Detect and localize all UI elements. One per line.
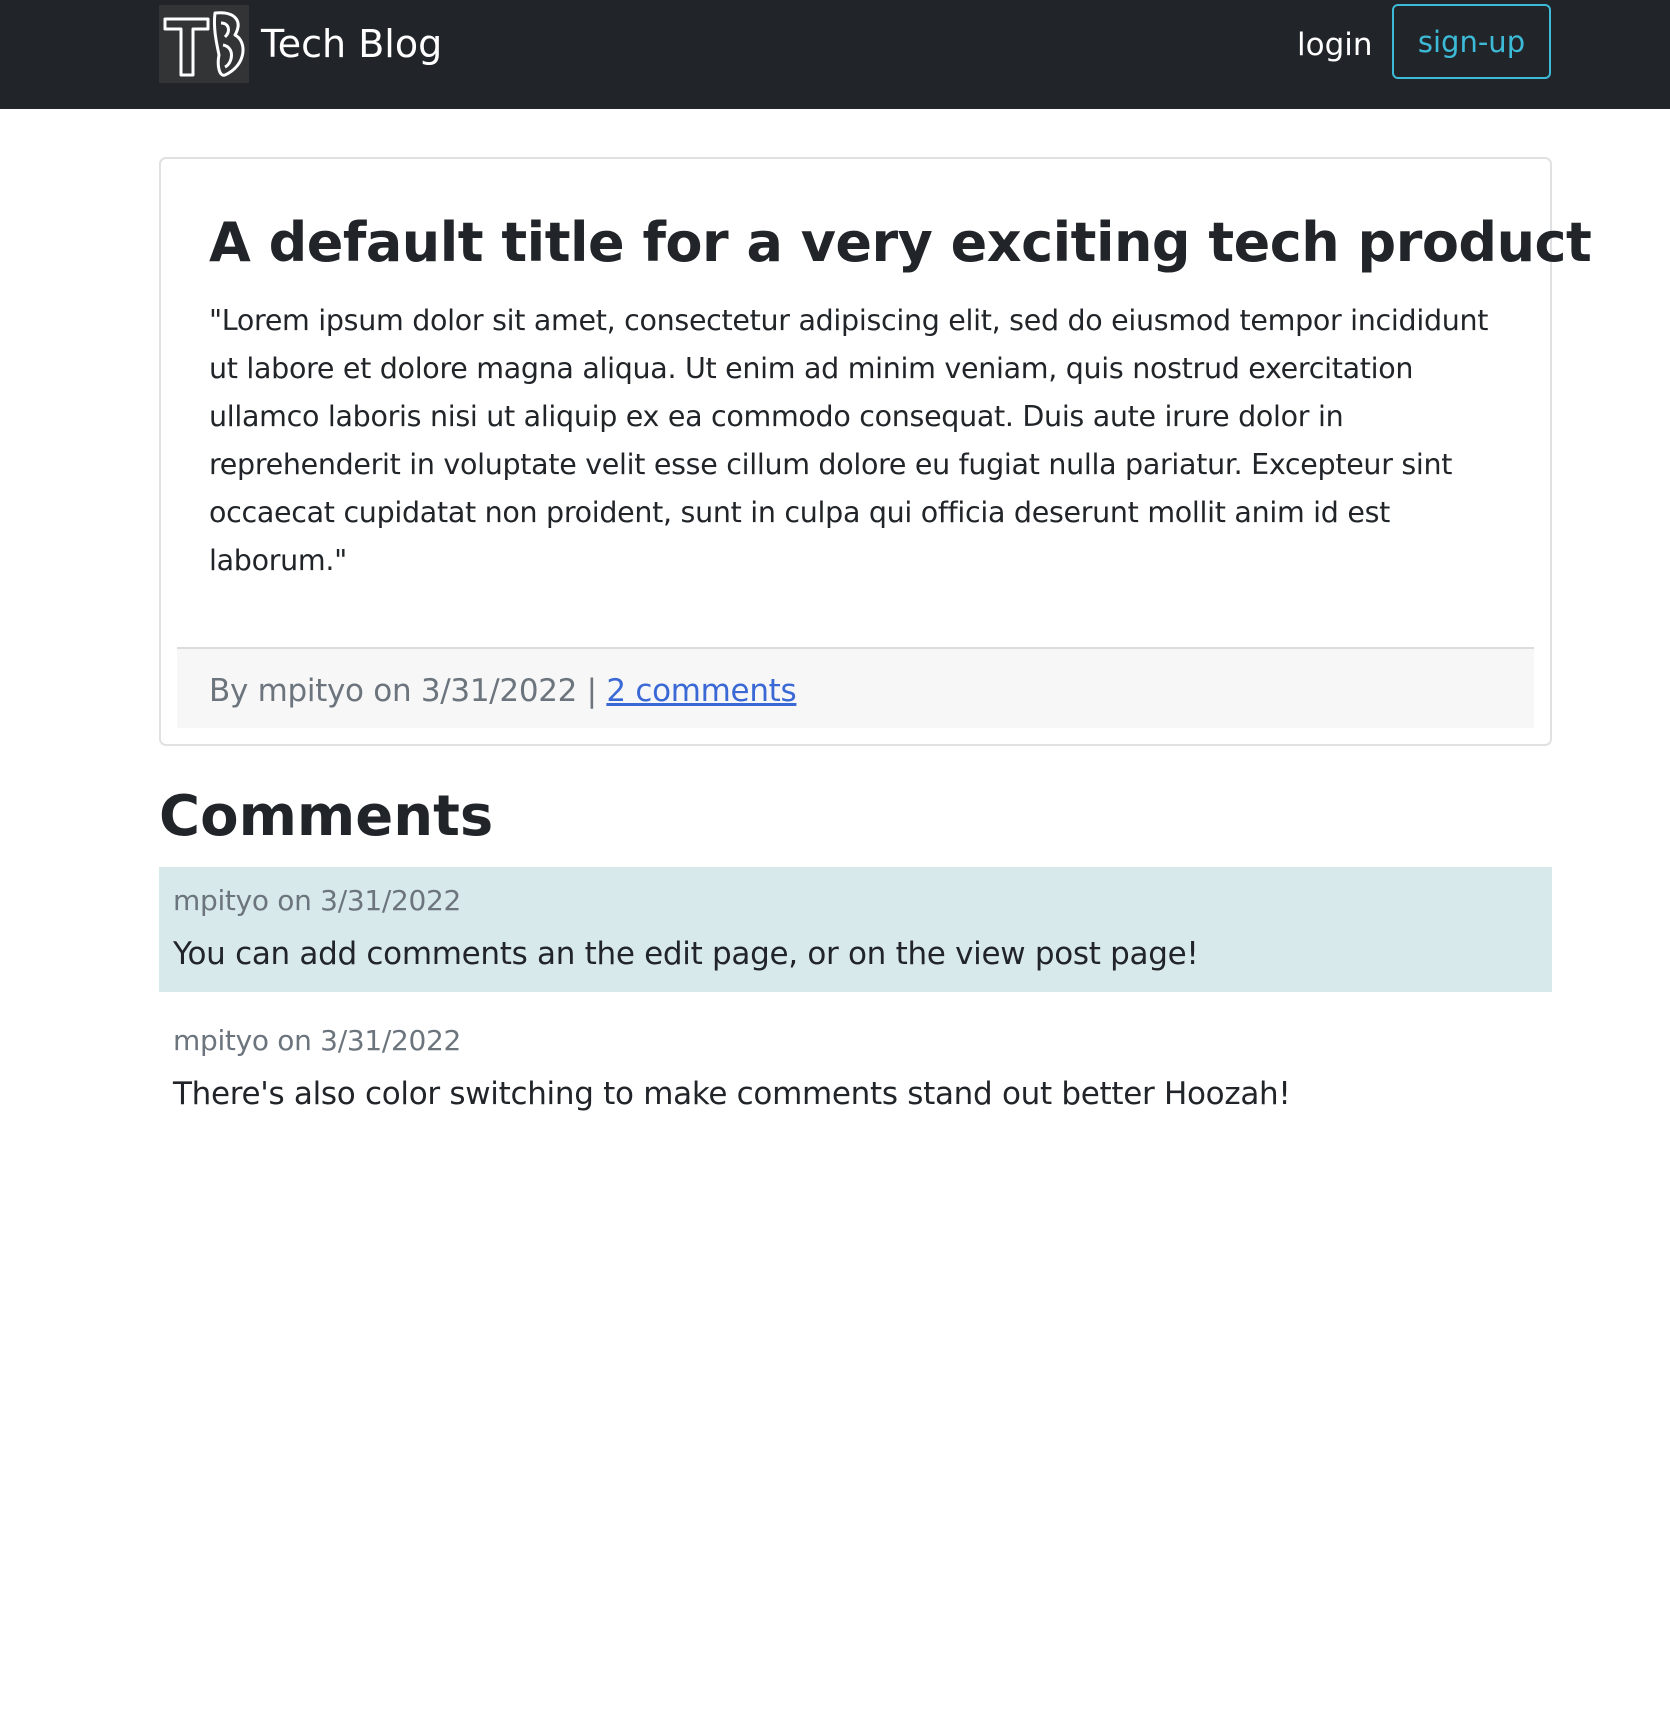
comment-meta: mpityo on 3/31/2022 (173, 884, 462, 917)
brand-link[interactable]: Tech Blog (159, 5, 442, 83)
comments-heading: Comments (159, 784, 494, 849)
post-footer: By mpityo on 3/31/2022 | 2 comments (177, 647, 1534, 728)
signup-button[interactable]: sign-up (1392, 4, 1551, 79)
post-meta: By mpityo on 3/31/2022 | 2 comments (209, 671, 797, 711)
comment-item: mpityo on 3/31/2022 There's also color s… (159, 1007, 1552, 1132)
brand-title: Tech Blog (261, 22, 443, 66)
navbar: Tech Blog login sign-up (0, 0, 1670, 109)
post-author-date: By mpityo on 3/31/2022 | (209, 673, 607, 709)
comments-count-link[interactable]: 2 comments (606, 673, 796, 709)
post-title: A default title for a very exciting tech… (209, 211, 1592, 274)
login-link[interactable]: login (1297, 22, 1373, 68)
comment-item: mpityo on 3/31/2022 You can add comments… (159, 867, 1552, 992)
comment-meta: mpityo on 3/31/2022 (173, 1024, 462, 1057)
post-card: A default title for a very exciting tech… (159, 157, 1592, 746)
post-body: "Lorem ipsum dolor sit amet, consectetur… (209, 304, 1489, 577)
tb-logo-icon (159, 5, 249, 83)
comment-text: You can add comments an the edit page, o… (173, 936, 1199, 972)
comment-text: There's also color switching to make com… (173, 1076, 1291, 1112)
